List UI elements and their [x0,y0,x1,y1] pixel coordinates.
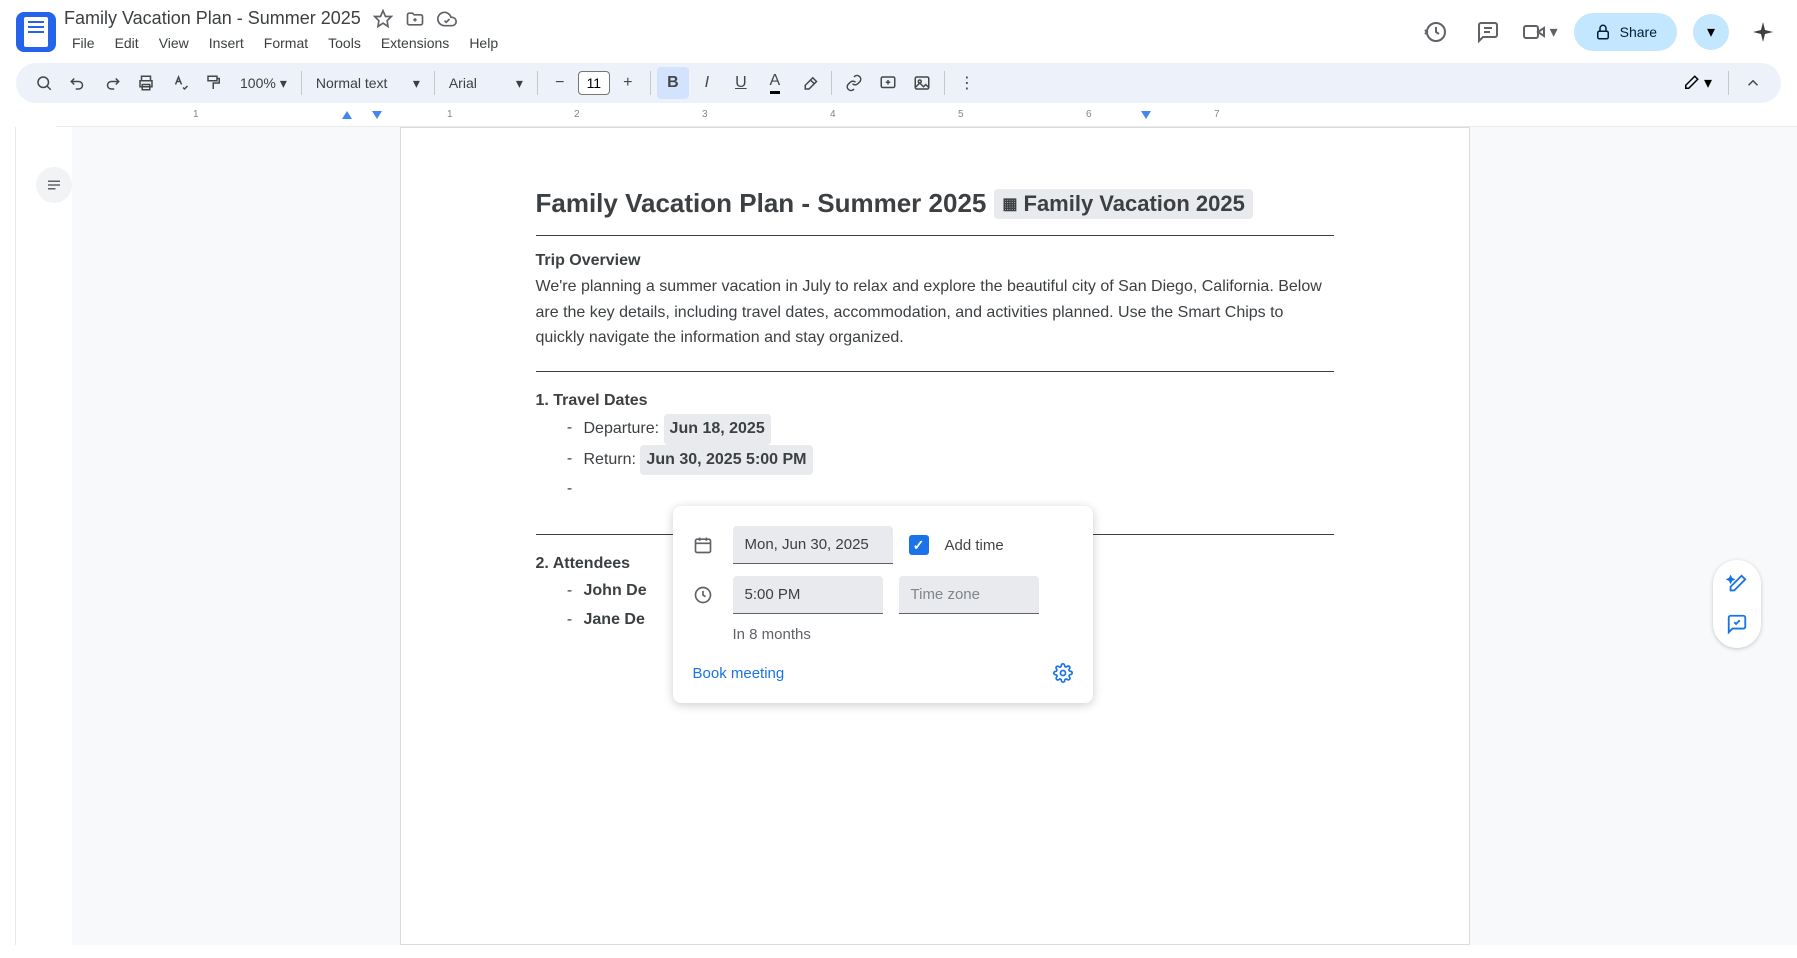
font-increase-icon[interactable]: + [612,67,644,99]
collapse-toolbar-icon[interactable] [1737,67,1769,99]
suggest-edits-icon[interactable] [1721,608,1753,640]
calendar-chip-icon: ▦ [1002,194,1017,214]
calendar-icon [693,535,717,555]
date-picker-popover: Mon, Jun 30, 2025 ✓ Add time 5:00 PM Tim… [673,506,1093,703]
add-comment-button[interactable] [872,67,904,99]
search-icon[interactable] [28,67,60,99]
list-item[interactable]: - [556,475,1334,504]
meet-icon[interactable]: ▾ [1522,14,1558,50]
vertical-ruler[interactable] [0,127,16,945]
settings-gear-icon[interactable] [1053,663,1073,683]
docs-logo-icon[interactable] [16,12,56,52]
text-color-button[interactable]: A [759,67,791,99]
horizontal-ruler[interactable]: 1 1 2 3 4 5 6 7 [0,111,1797,127]
floating-tools-pill [1713,560,1761,648]
list-item[interactable]: - Return: Jun 30, 2025 5:00 PM [556,445,1334,476]
cloud-status-icon[interactable] [437,9,457,29]
italic-button[interactable]: I [691,67,723,99]
zoom-select[interactable]: 100% ▾ [232,71,295,96]
share-button[interactable]: Share [1574,13,1677,51]
add-time-label: Add time [945,537,1004,554]
highlight-button[interactable] [793,67,825,99]
departure-date-chip[interactable]: Jun 18, 2025 [664,414,771,445]
quick-share-dropdown[interactable]: ▾ [1693,14,1729,50]
menu-view[interactable]: View [151,31,197,55]
outline-toggle-icon[interactable] [36,167,72,203]
share-label: Share [1620,24,1657,40]
page[interactable]: Family Vacation Plan - Summer 2025 ▦ Fam… [400,127,1470,945]
menu-edit[interactable]: Edit [107,31,147,55]
menu-help[interactable]: Help [461,31,506,55]
spellcheck-icon[interactable] [164,67,196,99]
font-size-input[interactable] [578,71,610,95]
more-options-icon[interactable]: ⋮ [951,67,983,99]
star-icon[interactable] [373,9,393,29]
comments-icon[interactable] [1470,14,1506,50]
menu-extensions[interactable]: Extensions [373,31,457,55]
menu-tools[interactable]: Tools [320,31,369,55]
divider [536,371,1334,372]
ai-edit-icon[interactable] [1721,568,1753,600]
document-canvas[interactable]: Family Vacation Plan - Summer 2025 ▦ Fam… [72,127,1797,945]
overview-heading[interactable]: Trip Overview [536,252,1334,270]
header-actions: ▾ Share ▾ [1418,13,1781,51]
list-item[interactable]: - Departure: Jun 18, 2025 [556,414,1334,445]
date-input[interactable]: Mon, Jun 30, 2025 [733,526,893,564]
underline-button[interactable]: U [725,67,757,99]
menu-bar: File Edit View Insert Format Tools Exten… [64,31,1410,55]
link-button[interactable] [838,67,870,99]
timezone-input[interactable]: Time zone [899,576,1039,614]
return-label: Return: [584,451,636,468]
clock-icon [693,585,717,605]
history-icon[interactable] [1418,14,1454,50]
relative-time-label: In 8 months [733,626,1073,643]
workspace: Family Vacation Plan - Summer 2025 ▦ Fam… [0,127,1797,945]
gemini-icon[interactable] [1745,14,1781,50]
return-date-chip[interactable]: Jun 30, 2025 5:00 PM [640,445,812,476]
menu-insert[interactable]: Insert [201,31,252,55]
toolbar: 100% ▾ Normal text ▾ Arial ▾ − + B I U A… [16,63,1781,103]
editing-mode-button[interactable]: ▾ [1674,69,1720,97]
title-area: Family Vacation Plan - Summer 2025 File … [64,8,1410,55]
add-time-checkbox[interactable]: ✓ [909,535,929,555]
travel-dates-list: - Departure: Jun 18, 2025 - Return: Jun … [556,414,1334,504]
insert-image-button[interactable] [906,67,938,99]
divider [536,235,1334,236]
print-icon[interactable] [130,67,162,99]
calendar-chip[interactable]: ▦ Family Vacation 2025 [994,189,1252,219]
paint-format-icon[interactable] [198,67,230,99]
undo-icon[interactable] [62,67,94,99]
overview-body[interactable]: We're planning a summer vacation in July… [536,274,1334,351]
document-title[interactable]: Family Vacation Plan - Summer 2025 [64,8,361,29]
move-icon[interactable] [405,9,425,29]
menu-file[interactable]: File [64,31,103,55]
bold-button[interactable]: B [657,67,689,99]
font-select[interactable]: Arial ▾ [441,71,531,96]
departure-label: Departure: [584,420,660,437]
style-select[interactable]: Normal text ▾ [308,71,428,96]
book-meeting-link[interactable]: Book meeting [693,665,785,682]
redo-icon[interactable] [96,67,128,99]
time-input[interactable]: 5:00 PM [733,576,883,614]
page-title[interactable]: Family Vacation Plan - Summer 2025 ▦ Fam… [536,188,1334,219]
section-travel-dates[interactable]: 1. Travel Dates [536,392,1334,410]
header-bar: Family Vacation Plan - Summer 2025 File … [0,0,1797,63]
menu-format[interactable]: Format [256,31,316,55]
font-decrease-icon[interactable]: − [544,67,576,99]
